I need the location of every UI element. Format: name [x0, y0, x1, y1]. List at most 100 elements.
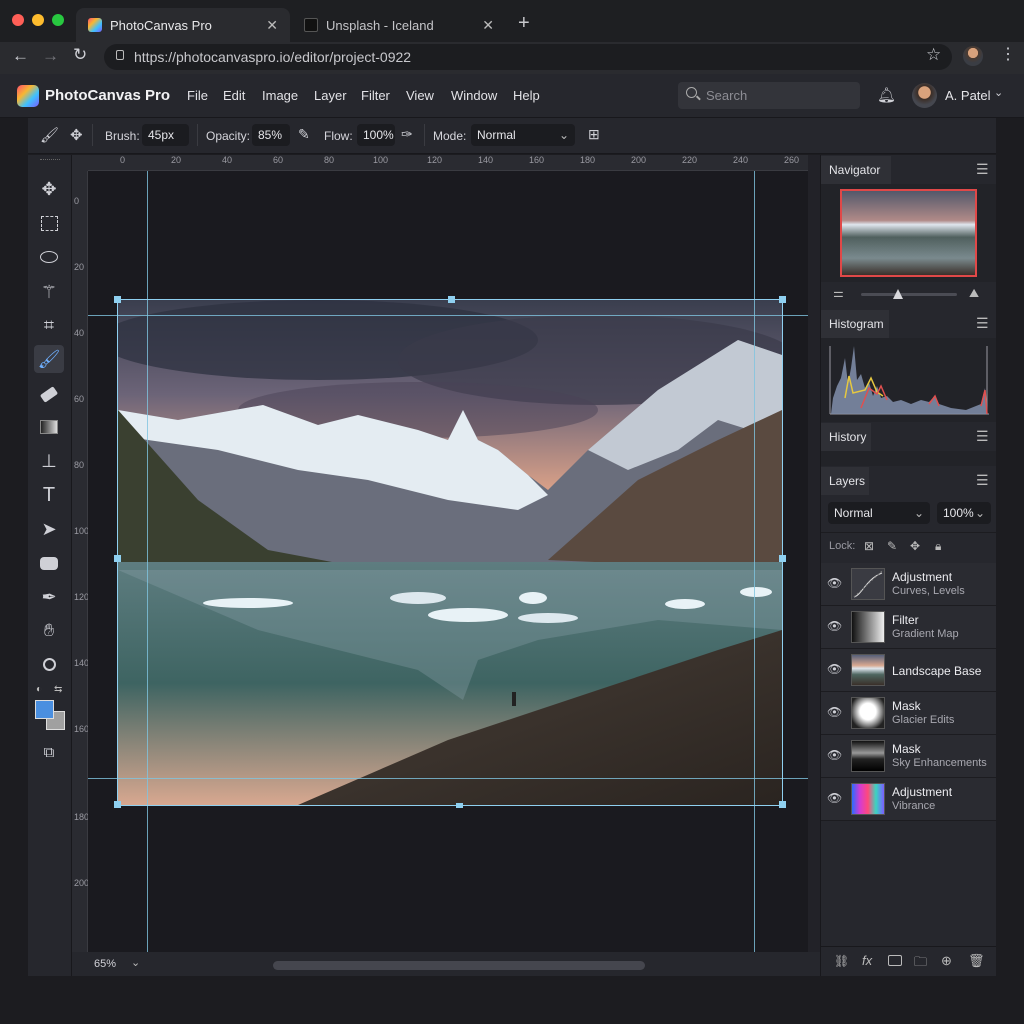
- new-tab-icon[interactable]: +: [518, 12, 530, 35]
- swap-colors-icon[interactable]: ⇆: [54, 684, 62, 695]
- visibility-eye-icon[interactable]: 👁︎: [827, 791, 843, 807]
- visibility-eye-icon[interactable]: 👁︎: [827, 748, 843, 764]
- symmetry-icon[interactable]: ⊞: [588, 126, 600, 143]
- vertical-scrollbar[interactable]: [808, 155, 820, 952]
- tab-histogram[interactable]: Histogram: [821, 310, 889, 338]
- flow-input[interactable]: 100%: [357, 124, 395, 146]
- foreground-color-swatch[interactable]: [35, 700, 54, 719]
- menu-filter[interactable]: Filter: [361, 88, 390, 103]
- brush-size-input[interactable]: 45px: [142, 124, 189, 146]
- lasso-tool-icon[interactable]: [34, 243, 64, 271]
- close-tab-icon[interactable]: ✕: [482, 17, 494, 34]
- transform-handle[interactable]: [779, 296, 786, 303]
- tab-layers[interactable]: Layers: [821, 467, 869, 495]
- lock-paint-brush-icon[interactable]: ✎: [887, 539, 897, 553]
- close-tab-icon[interactable]: ✕: [266, 17, 278, 34]
- visibility-eye-icon[interactable]: 👁︎: [827, 662, 843, 678]
- shape-tool-icon[interactable]: [34, 549, 64, 577]
- browser-menu-icon[interactable]: ⋮: [1000, 44, 1016, 64]
- transform-handle[interactable]: [114, 555, 121, 562]
- menu-window[interactable]: Window: [451, 88, 497, 103]
- transform-handle[interactable]: [779, 801, 786, 808]
- horizontal-scrollbar-thumb[interactable]: [273, 961, 645, 970]
- tab-navigator[interactable]: Navigator: [821, 156, 891, 184]
- close-window-button[interactable]: [12, 14, 24, 26]
- delete-layer-trash-icon[interactable]: 🗑︎: [968, 953, 985, 969]
- new-layer-icon[interactable]: ⊕: [941, 953, 952, 969]
- forward-arrow-icon[interactable]: →: [42, 46, 59, 66]
- transform-handle[interactable]: [456, 803, 463, 808]
- transform-handle[interactable]: [114, 801, 121, 808]
- visibility-eye-icon[interactable]: 👁︎: [827, 705, 843, 721]
- navigator-panel-menu-icon[interactable]: ☰: [976, 161, 989, 178]
- visibility-eye-icon[interactable]: 👁︎: [827, 619, 843, 635]
- menu-file[interactable]: File: [187, 88, 208, 103]
- url-field[interactable]: https://photocanvaspro.io/editor/project…: [104, 44, 952, 70]
- path-select-tool-icon[interactable]: ➤: [34, 515, 64, 543]
- layer-opacity-select[interactable]: 100% ⌄: [937, 502, 991, 524]
- minimize-window-button[interactable]: [32, 14, 44, 26]
- stamp-tool-icon[interactable]: ⊥: [34, 447, 64, 475]
- navigator-preview-thumbnail[interactable]: [840, 189, 977, 277]
- lock-transparent-icon[interactable]: ⊠: [864, 539, 874, 553]
- layer-row[interactable]: 👁︎ Filter Gradient Map: [821, 606, 996, 649]
- layer-row[interactable]: 👁︎ Landscape Base: [821, 649, 996, 692]
- zoom-level[interactable]: 65%: [94, 958, 116, 970]
- visibility-eye-icon[interactable]: 👁︎: [827, 576, 843, 592]
- layers-panel-menu-icon[interactable]: ☰: [976, 472, 989, 489]
- browser-profile-avatar[interactable]: [963, 46, 983, 66]
- layer-row[interactable]: 👁︎ Adjustment Vibrance: [821, 778, 996, 821]
- layer-row[interactable]: 👁︎ Adjustment Curves, Levels: [821, 563, 996, 606]
- crop-tool-icon[interactable]: ⌗: [34, 311, 64, 339]
- brush-tool-active-icon[interactable]: 🖌︎: [34, 345, 64, 373]
- notification-bell-icon[interactable]: 🔔︎: [877, 86, 896, 104]
- transform-handle[interactable]: [448, 296, 455, 303]
- layer-row[interactable]: 👁︎ Mask Glacier Edits: [821, 692, 996, 735]
- link-layers-icon[interactable]: ⛓︎: [834, 954, 849, 968]
- zoom-out-small-icon[interactable]: ⚌: [833, 286, 844, 300]
- histogram-panel-menu-icon[interactable]: ☰: [976, 315, 989, 332]
- navigator-zoom-slider-handle[interactable]: [893, 289, 903, 299]
- eyedropper-tool-icon[interactable]: ✒: [34, 583, 64, 611]
- zoom-tool-icon[interactable]: [34, 650, 64, 678]
- gradient-tool-icon[interactable]: [34, 413, 64, 441]
- lock-position-icon[interactable]: ✥: [910, 539, 920, 553]
- user-name[interactable]: A. Patel: [945, 88, 991, 103]
- reset-colors-icon[interactable]: ◐: [36, 684, 42, 695]
- fx-effects-icon[interactable]: fx: [862, 953, 872, 968]
- move-tool-icon[interactable]: ✥: [34, 175, 64, 203]
- app-search-input[interactable]: Search: [678, 82, 860, 109]
- navigator-zoom-slider[interactable]: [861, 293, 957, 296]
- menu-layer[interactable]: Layer: [314, 88, 347, 103]
- user-menu-chevron-down-icon[interactable]: ⌄: [994, 86, 1003, 99]
- transform-handle[interactable]: [779, 555, 786, 562]
- brush-tool-icon[interactable]: 🖌︎: [40, 126, 59, 144]
- new-group-folder-icon[interactable]: 🗀︎: [914, 953, 927, 975]
- eraser-tool-icon[interactable]: [34, 380, 64, 408]
- bookmark-star-icon[interactable]: ☆: [926, 45, 941, 65]
- layer-row[interactable]: 👁︎ Mask Sky Enhancements: [821, 735, 996, 778]
- zoom-in-mountain-icon[interactable]: ⛰︎: [969, 286, 979, 301]
- tab-history[interactable]: History: [821, 423, 871, 451]
- menu-edit[interactable]: Edit: [223, 88, 245, 103]
- airbrush-icon[interactable]: ✑: [401, 126, 413, 143]
- marquee-tool-icon[interactable]: [34, 209, 64, 237]
- screen-mode-icon[interactable]: ⧉: [34, 738, 64, 766]
- maximize-window-button[interactable]: [52, 14, 64, 26]
- pressure-opacity-icon[interactable]: ✎: [298, 126, 310, 143]
- magic-wand-tool-icon[interactable]: ⚚: [34, 278, 64, 306]
- history-panel-menu-icon[interactable]: ☰: [976, 428, 989, 445]
- add-mask-icon[interactable]: [888, 955, 902, 966]
- hand-tool-icon[interactable]: ✋︎: [34, 616, 64, 644]
- layer-blend-mode-select[interactable]: Normal ⌄: [828, 502, 930, 524]
- zoom-chevron-down-icon[interactable]: ⌄: [131, 956, 140, 969]
- blend-mode-select[interactable]: Normal ⌄: [471, 124, 575, 146]
- tab-photocanvas[interactable]: PhotoCanvas Pro ✕: [76, 8, 290, 42]
- type-tool-icon[interactable]: T: [34, 481, 64, 509]
- reload-icon[interactable]: ↻: [73, 45, 87, 65]
- transform-frame[interactable]: [117, 299, 783, 806]
- menu-help[interactable]: Help: [513, 88, 540, 103]
- opacity-input[interactable]: 85%: [252, 124, 290, 146]
- user-avatar[interactable]: [912, 83, 937, 108]
- menu-image[interactable]: Image: [262, 88, 298, 103]
